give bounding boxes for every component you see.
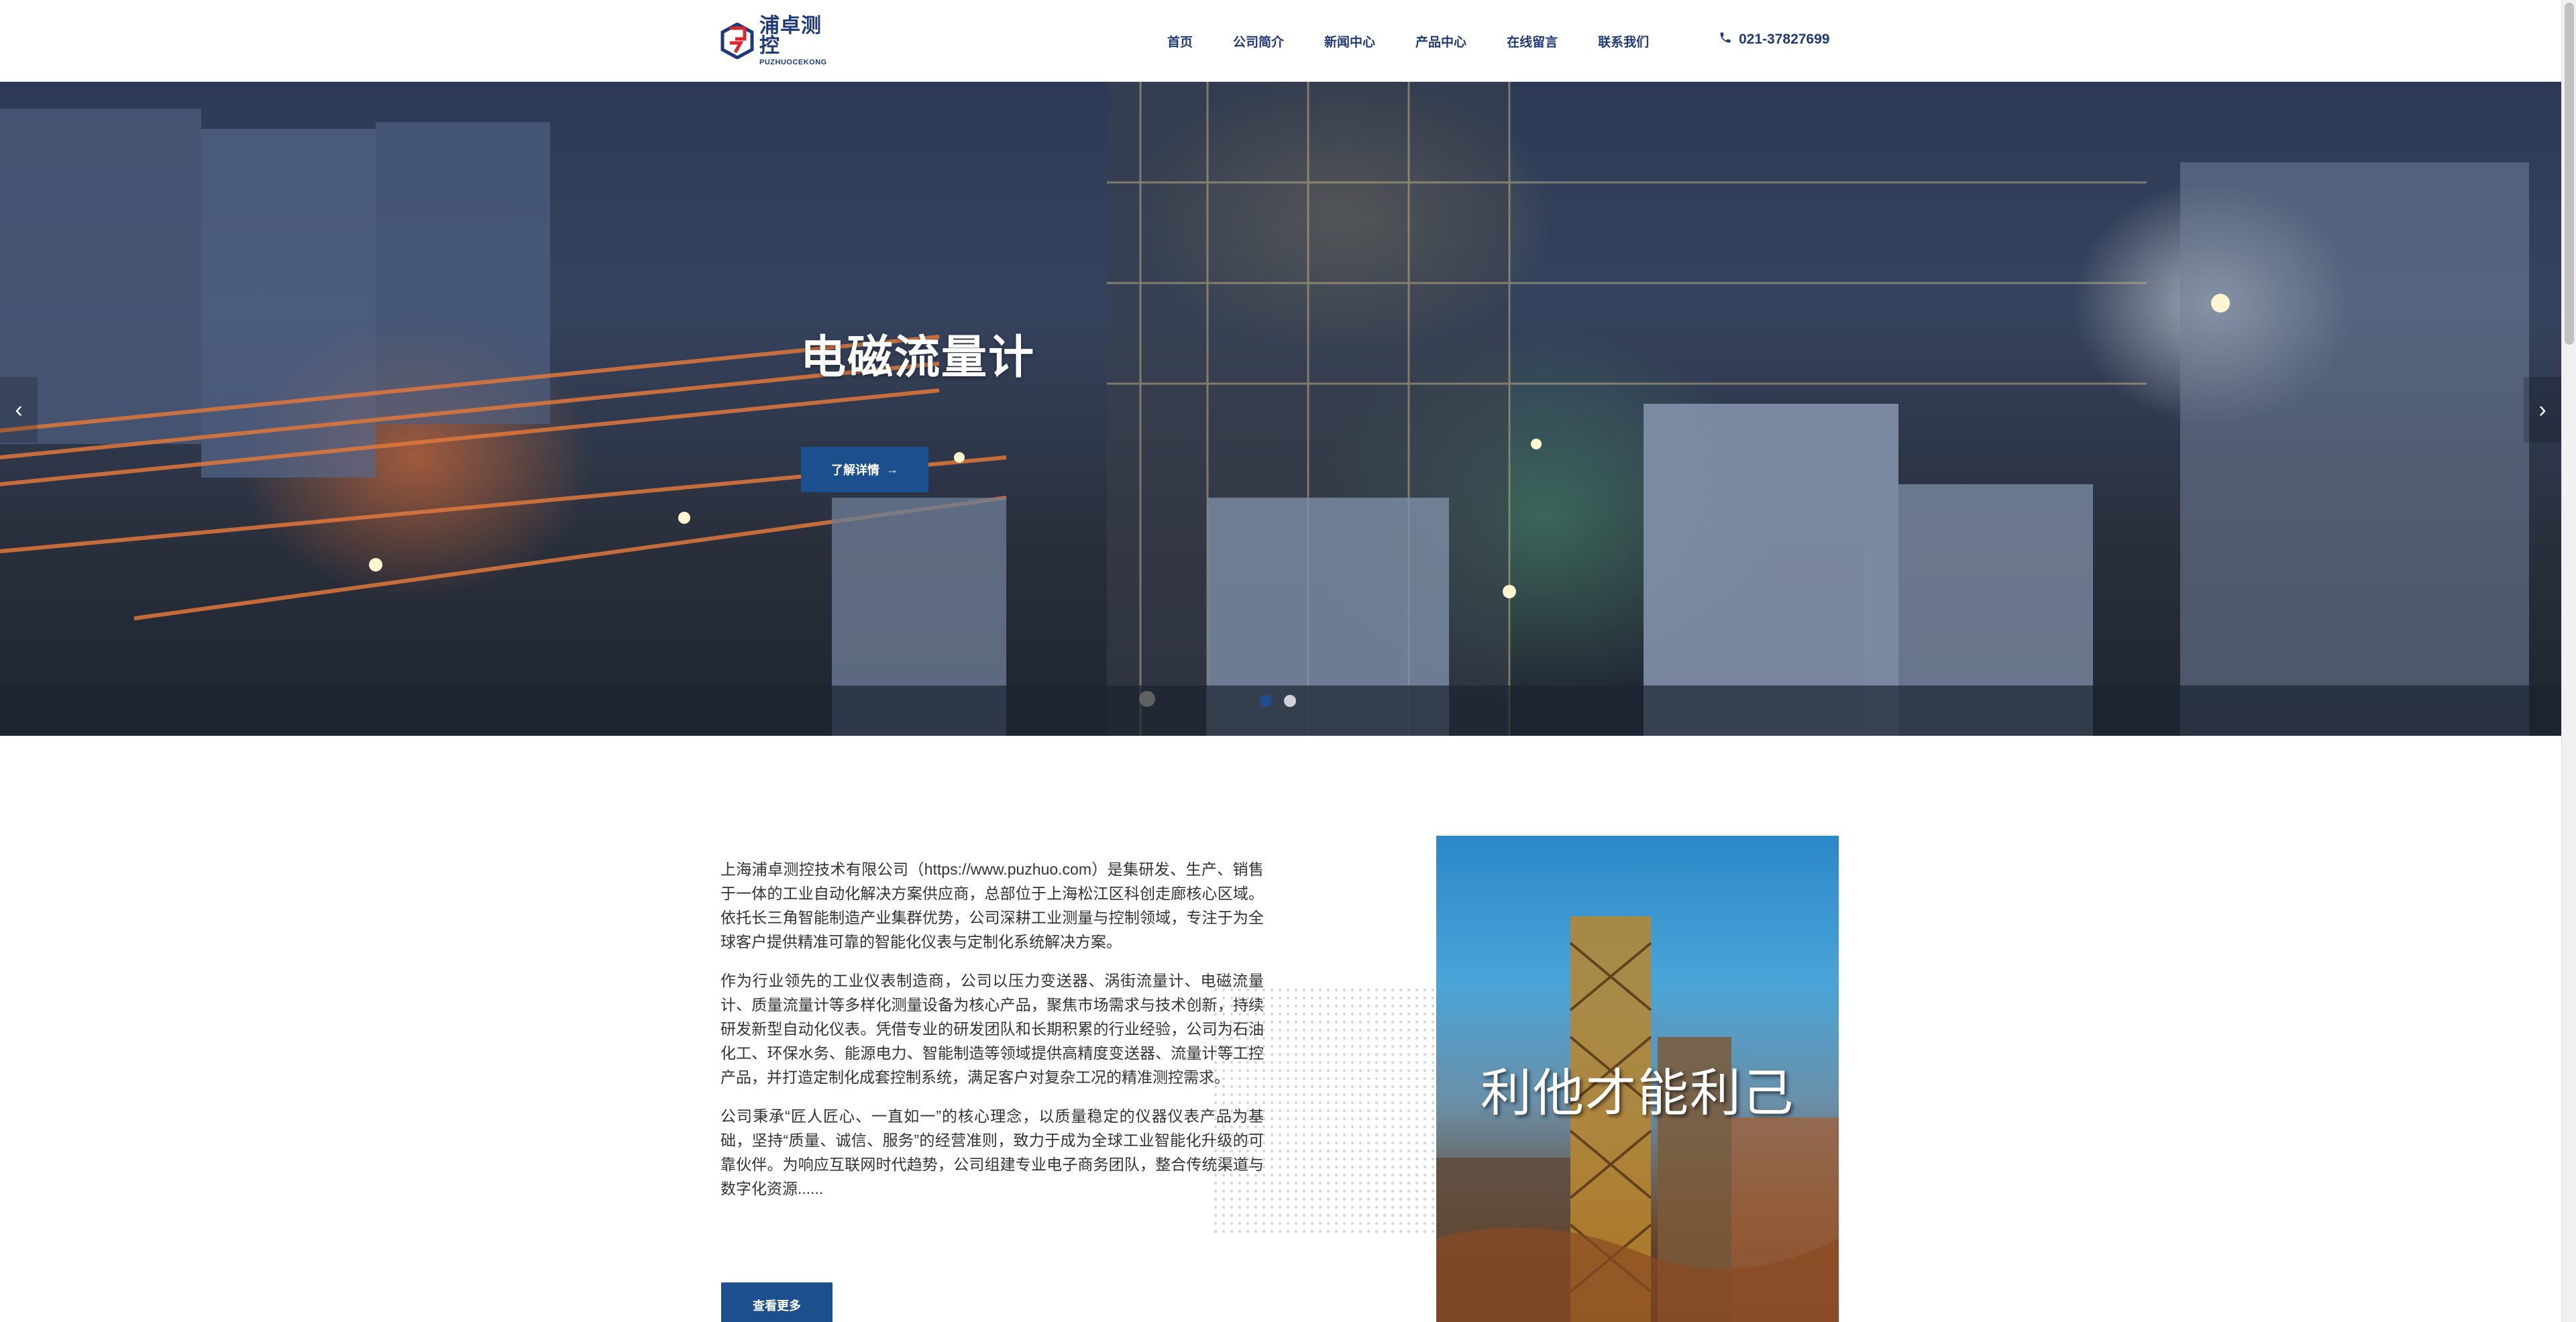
nav-home[interactable]: 首页	[1167, 32, 1193, 50]
slider-dot-2[interactable]	[1284, 695, 1296, 707]
nav-news[interactable]: 新闻中心	[1324, 32, 1375, 50]
header-phone[interactable]: 021-37827699	[1719, 31, 1829, 48]
about-intro: 上海浦卓测控技术有限公司（https://www.puzhuo.com）是集研发…	[720, 857, 1264, 1215]
phone-icon	[1719, 31, 1732, 48]
main-nav: 首页 公司简介 新闻中心 产品中心 在线留言 联系我们	[1167, 0, 1689, 82]
view-more-button[interactable]: 查看更多	[721, 1282, 833, 1322]
about-paragraph-2: 作为行业领先的工业仪表制造商，公司以压力变送器、涡街流量计、电磁流量计、质量流量…	[720, 972, 1264, 1086]
slider-pagination	[1260, 695, 1296, 707]
about-paragraph-3: 公司秉承“匠人匠心、一直如一”的核心理念，以质量稳定的仪器仪表产品为基础，坚持“…	[720, 1107, 1264, 1197]
chevron-right-icon: ›	[2538, 396, 2546, 423]
site-header: 浦卓测控 PUZHUOCEKONG 首页 公司简介 新闻中心 产品中心 在线留言…	[0, 0, 2561, 82]
nav-about[interactable]: 公司简介	[1233, 32, 1284, 50]
nav-message[interactable]: 在线留言	[1507, 32, 1558, 50]
slider-next-button[interactable]: ›	[2524, 377, 2561, 443]
phone-number: 021-37827699	[1739, 32, 1830, 47]
hero-slider: ‹ › 电磁流量计 了解详情 →	[0, 82, 2561, 736]
about-paragraph-1: 上海浦卓测控技术有限公司（https://www.puzhuo.com）是集研发…	[720, 861, 1264, 950]
site-logo[interactable]: 浦卓测控 PUZHUOCEKONG	[720, 15, 835, 66]
arrow-right-icon: →	[886, 462, 898, 476]
logo-name-en: PUZHUOCEKONG	[759, 58, 827, 66]
scrollbar-thumb[interactable]	[2565, 3, 2574, 345]
about-image: 利他才能利己	[1436, 836, 1839, 1322]
nav-products[interactable]: 产品中心	[1415, 32, 1466, 50]
chevron-left-icon: ‹	[15, 396, 23, 423]
logo-icon	[720, 22, 754, 60]
hero-learn-more-button[interactable]: 了解详情 →	[801, 447, 928, 492]
page-scrollbar[interactable]	[2561, 0, 2576, 1322]
hero-background-image	[0, 82, 2561, 736]
slider-dot-1[interactable]	[1260, 695, 1272, 707]
logo-name-cn: 浦卓测控	[759, 14, 822, 57]
hero-title: 电磁流量计	[800, 332, 1036, 383]
nav-contact[interactable]: 联系我们	[1598, 32, 1649, 50]
hero-button-label: 了解详情	[831, 463, 879, 477]
slider-prev-button[interactable]: ‹	[0, 377, 38, 443]
image-slogan: 利他才能利己	[1481, 1063, 1794, 1123]
